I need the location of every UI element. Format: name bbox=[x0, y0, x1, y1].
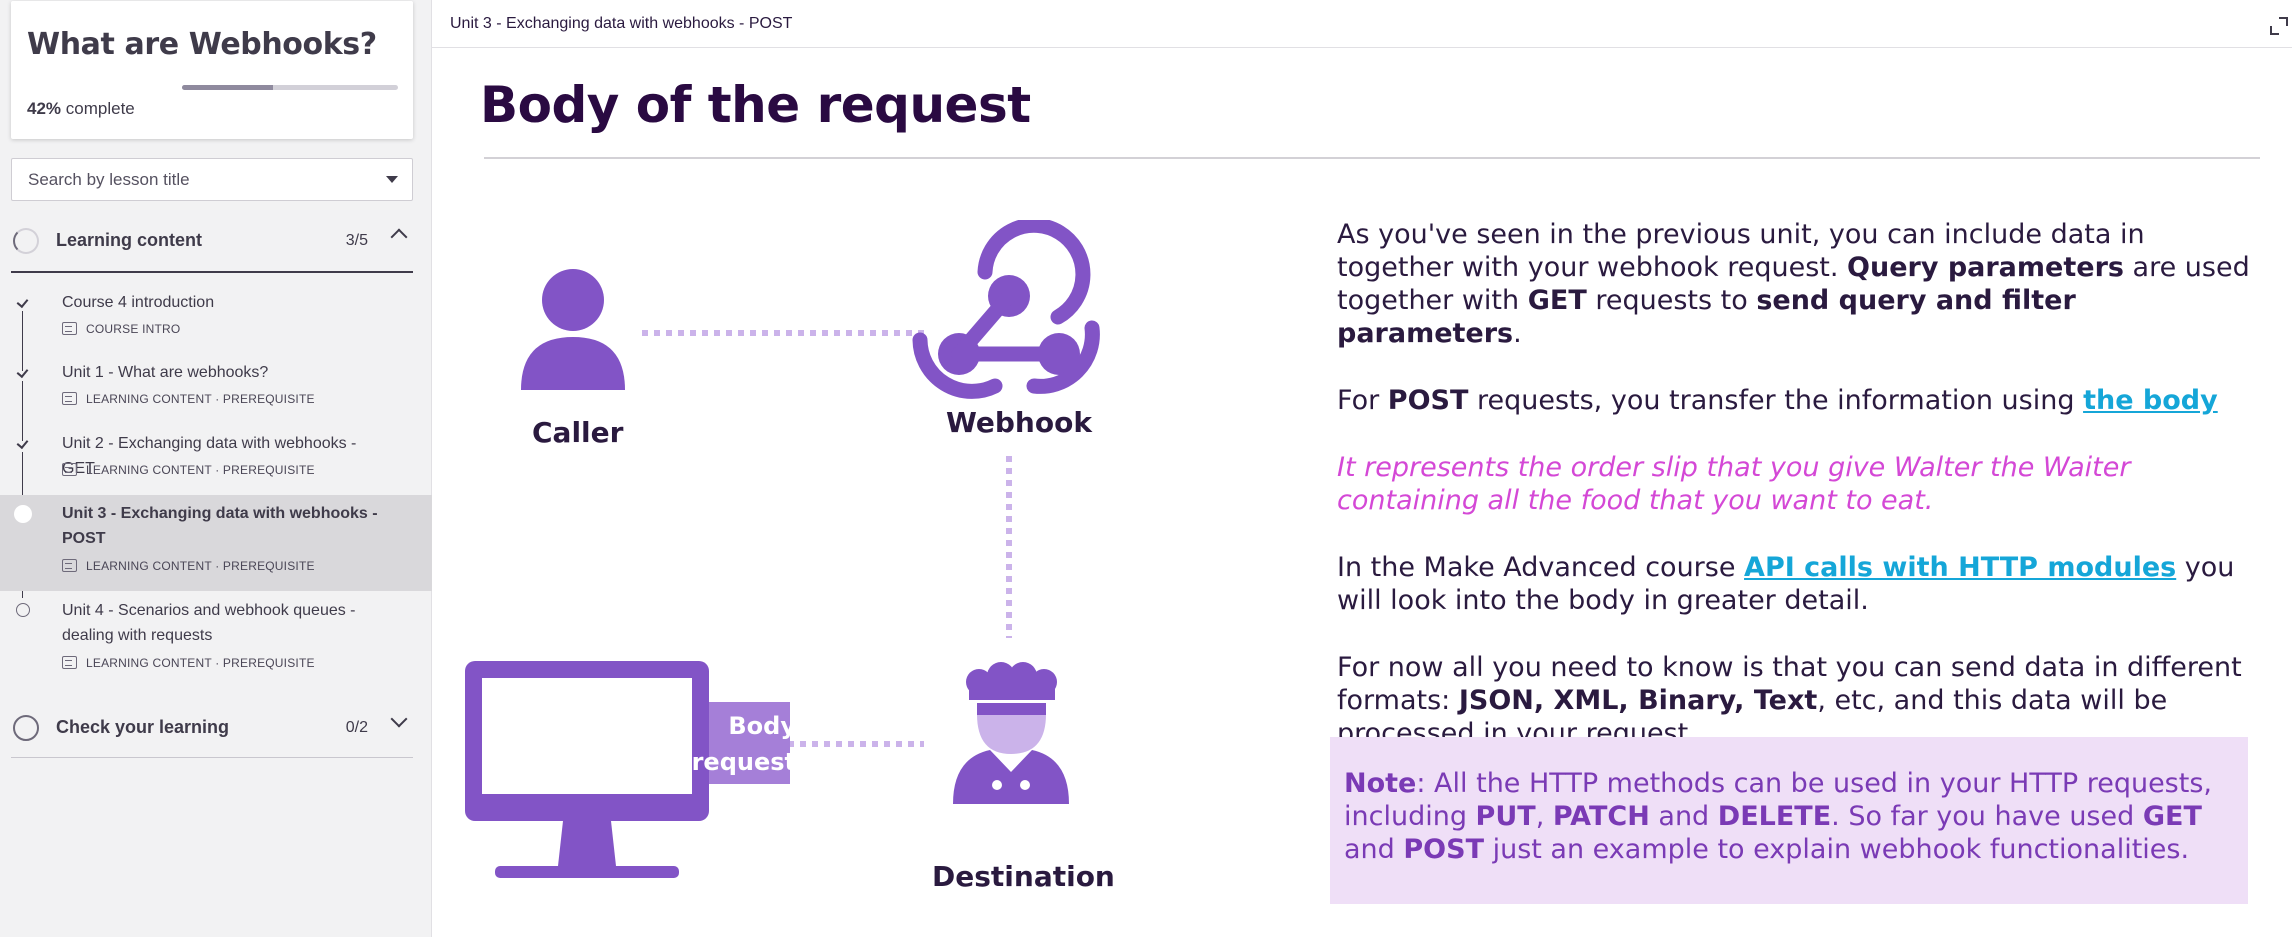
course-title: What are Webhooks? bbox=[27, 27, 377, 62]
section-label: Learning content bbox=[56, 230, 203, 250]
progress-suffix: complete bbox=[65, 99, 135, 118]
the-body-link[interactable]: the body bbox=[2083, 385, 2218, 416]
section-check-your-learning[interactable]: Check your learning 0/2 bbox=[11, 702, 413, 754]
destination-label: Destination bbox=[932, 860, 1115, 893]
section-count: 3/5 bbox=[345, 232, 368, 249]
progress-percent: 42% bbox=[27, 99, 62, 118]
lesson-meta: LEARNING CONTENT · PREREQUISITE bbox=[62, 392, 315, 406]
lesson-sidebar: What are Webhooks? 42% complete Search b… bbox=[0, 0, 432, 937]
expand-fullscreen-icon[interactable] bbox=[2270, 17, 2288, 35]
webhook-label: Webhook bbox=[946, 406, 1092, 439]
search-placeholder: Search by lesson title bbox=[28, 170, 190, 189]
section-count: 0/2 bbox=[345, 719, 368, 736]
lesson-meta: LEARNING CONTENT · PREREQUISITE bbox=[62, 463, 315, 477]
paragraph-advanced-course: In the Make Advanced course API calls wi… bbox=[1337, 552, 2235, 616]
diagram-graphic bbox=[465, 217, 1100, 878]
section-progress-ring-icon bbox=[13, 715, 39, 741]
lesson-type-icon bbox=[62, 322, 77, 335]
lesson-title: Unit 3 - Exchanging data with webhooks -… bbox=[62, 505, 378, 547]
lesson-title: Course 4 introduction bbox=[62, 294, 215, 311]
checkmark-icon bbox=[16, 366, 30, 380]
progress-bar-fill bbox=[182, 85, 273, 90]
chef-icon bbox=[953, 662, 1069, 804]
course-progress-card: What are Webhooks? 42% complete bbox=[11, 1, 413, 139]
title-divider bbox=[484, 157, 2260, 159]
body-request-text-clip: Body request bbox=[691, 702, 790, 784]
paragraph-analogy: It represents the order slip that you gi… bbox=[1337, 452, 2131, 516]
progress-text: 42% complete bbox=[27, 99, 135, 119]
section-divider bbox=[11, 757, 413, 758]
monitor-icon bbox=[465, 661, 709, 878]
lesson-item[interactable]: Unit 2 - Exchanging data with webhooks -… bbox=[0, 427, 432, 495]
checkmark-icon bbox=[16, 296, 30, 310]
lesson-content: Unit 3 - Exchanging data with webhooks -… bbox=[432, 0, 2292, 937]
incomplete-circle-icon bbox=[16, 603, 30, 617]
lesson-item-current[interactable]: Unit 3 - Exchanging data with webhooks -… bbox=[0, 495, 432, 591]
lesson-type-icon bbox=[62, 392, 77, 405]
lesson-type-icon bbox=[62, 656, 77, 669]
lesson-item[interactable]: Unit 1 - What are webhooks? LEARNING CON… bbox=[0, 356, 432, 426]
note-callout: Note: All the HTTP methods can be used i… bbox=[1330, 737, 2248, 904]
lesson-meta: COURSE INTRO bbox=[62, 322, 180, 336]
lesson-type-icon bbox=[62, 559, 77, 572]
paragraph-formats: For now all you need to know is that you… bbox=[1337, 652, 2242, 749]
chevron-up-icon bbox=[390, 228, 408, 246]
page-title: Body of the request bbox=[480, 76, 1031, 134]
api-calls-course-link[interactable]: API calls with HTTP modules bbox=[1744, 552, 2176, 583]
caller-label: Caller bbox=[532, 416, 624, 449]
lesson-text: As you've seen in the previous unit, you… bbox=[1337, 218, 2257, 784]
lesson-topbar: Unit 3 - Exchanging data with webhooks -… bbox=[432, 0, 2292, 48]
lesson-item[interactable]: Course 4 introduction COURSE INTRO bbox=[0, 286, 432, 356]
lesson-meta: LEARNING CONTENT · PREREQUISITE bbox=[62, 656, 315, 670]
section-learning-content[interactable]: Learning content 3/5 bbox=[11, 215, 413, 267]
lesson-search-select[interactable]: Search by lesson title bbox=[11, 158, 413, 201]
paragraph-post-body: For POST requests, you transfer the info… bbox=[1337, 385, 2218, 416]
lesson-meta: LEARNING CONTENT · PREREQUISITE bbox=[62, 559, 315, 573]
body-request-text: Body request bbox=[691, 712, 790, 776]
section-label: Check your learning bbox=[56, 717, 230, 737]
chevron-down-icon bbox=[390, 710, 408, 728]
webhook-logo-icon bbox=[912, 217, 1100, 399]
current-lesson-marker-icon bbox=[14, 505, 32, 523]
checkmark-icon bbox=[16, 437, 30, 451]
lesson-item[interactable]: Unit 4 - Scenarios and webhook queues - … bbox=[0, 592, 432, 688]
lesson-title: Unit 4 - Scenarios and webhook queues - … bbox=[62, 602, 356, 644]
breadcrumb: Unit 3 - Exchanging data with webhooks -… bbox=[450, 15, 793, 32]
lesson-title: Unit 1 - What are webhooks? bbox=[62, 364, 269, 381]
section-progress-ring-icon bbox=[13, 228, 39, 254]
lesson-type-icon bbox=[62, 463, 77, 476]
caret-down-icon bbox=[386, 176, 398, 183]
person-icon bbox=[521, 269, 625, 390]
progress-bar bbox=[182, 85, 398, 90]
note-label: Note bbox=[1344, 768, 1417, 799]
paragraph-query-params: As you've seen in the previous unit, you… bbox=[1337, 219, 2250, 349]
section-divider bbox=[11, 271, 413, 273]
webhook-diagram: Caller Webhook Destination Body request bbox=[432, 217, 1132, 937]
